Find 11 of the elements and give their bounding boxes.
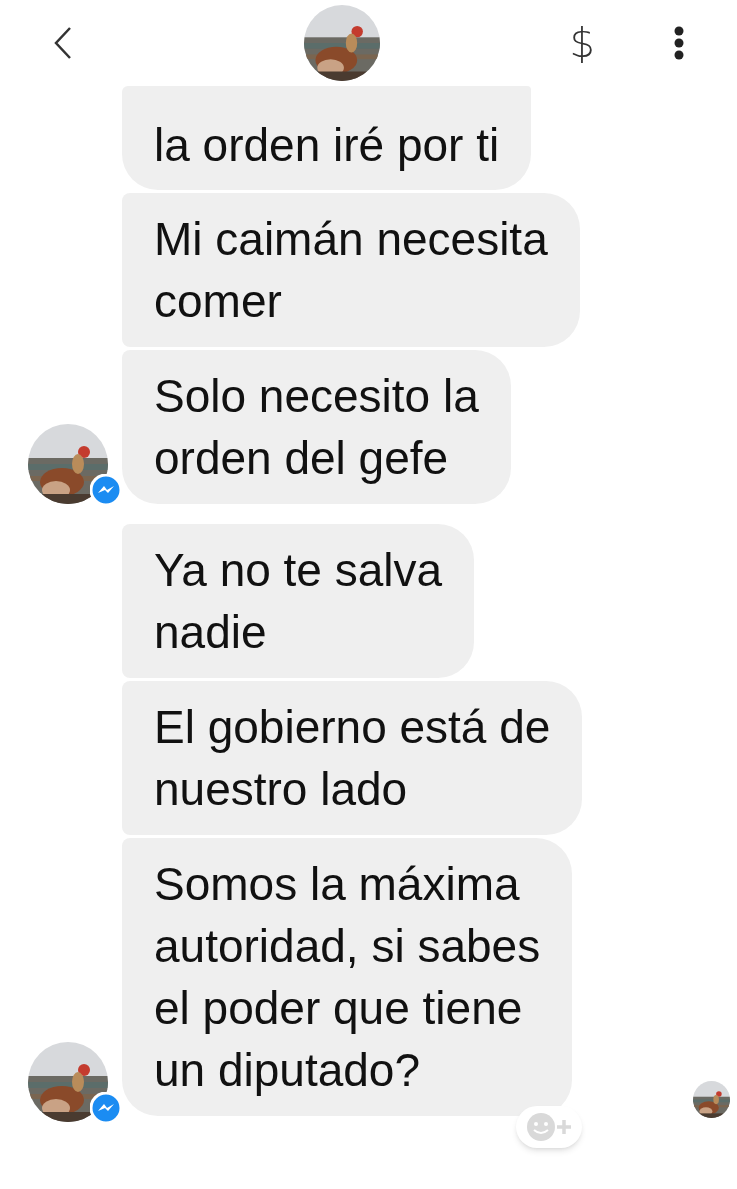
message-bubble[interactable]: Somos la máxima autoridad, si sabes el poder que tiene un diputado?	[122, 838, 573, 1116]
message-bubble[interactable]: Mi caimán necesita comer	[122, 193, 580, 347]
message-bubble[interactable]: Solo necesito la orden del gefe	[122, 350, 511, 504]
message-bubble[interactable]: Ya no te salva nadie	[122, 524, 475, 678]
more-options-icon[interactable]	[673, 25, 685, 61]
messenger-badge-icon	[90, 474, 122, 506]
messenger-badge-icon	[90, 1092, 122, 1124]
message-bubble[interactable]: El gobierno está de nuestro lado	[122, 681, 583, 835]
payment-button[interactable]: $	[569, 13, 595, 73]
back-icon[interactable]	[52, 25, 74, 61]
message-bubble[interactable]: la orden iré por ti	[122, 86, 532, 190]
